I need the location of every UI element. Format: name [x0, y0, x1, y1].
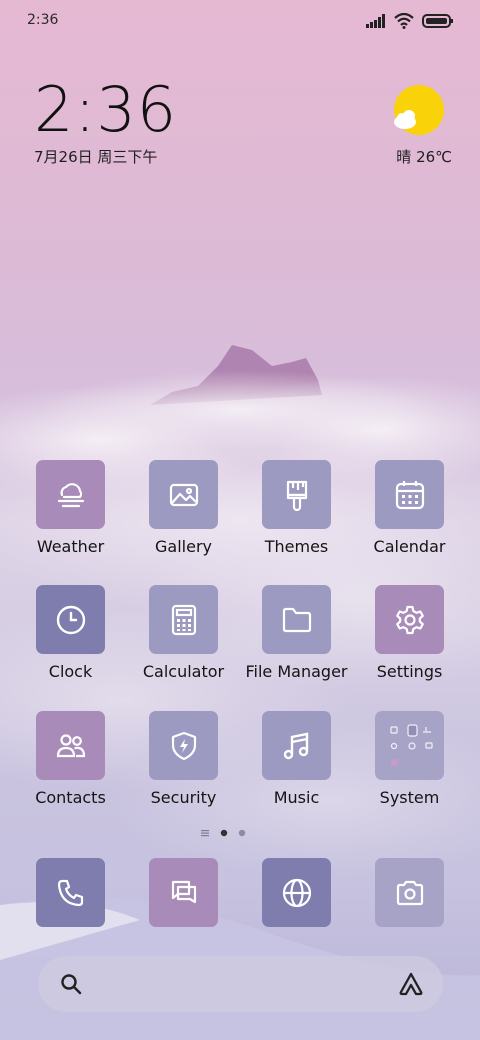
- contacts-icon: [56, 733, 85, 757]
- battery-icon: [422, 14, 453, 28]
- dock-messages[interactable]: [127, 858, 240, 927]
- app-gallery[interactable]: Gallery: [127, 460, 240, 556]
- phone-icon: [57, 879, 83, 906]
- status-bar: 2:36: [0, 0, 480, 42]
- weather-condition: 晴: [396, 148, 412, 166]
- dock-tile[interactable]: [149, 858, 218, 927]
- camera-icon: [396, 880, 423, 905]
- messages-icon: [171, 880, 196, 903]
- calendar-icon: [395, 480, 424, 509]
- app-label: Themes: [264, 537, 329, 556]
- app-tile[interactable]: [262, 711, 331, 780]
- gear-icon: [395, 605, 424, 634]
- page-dot-active: [220, 829, 228, 837]
- app-label: Settings: [376, 662, 443, 681]
- app-tile[interactable]: [149, 585, 218, 654]
- dock-phone[interactable]: [14, 858, 127, 927]
- app-tile[interactable]: [149, 460, 218, 529]
- app-label: Music: [273, 788, 320, 807]
- dock-tile[interactable]: [375, 858, 444, 927]
- weather-temperature: 26℃: [416, 148, 452, 166]
- dock-camera[interactable]: [353, 858, 466, 927]
- app-calendar[interactable]: Calendar: [353, 460, 466, 556]
- dock-tile[interactable]: [36, 858, 105, 927]
- app-label: Clock: [48, 662, 93, 681]
- dock-tile[interactable]: [262, 858, 331, 927]
- system-folder-icon: [389, 723, 433, 766]
- shield-icon: [171, 731, 196, 760]
- app-calculator[interactable]: Calculator: [127, 585, 240, 681]
- app-label: Calculator: [142, 662, 225, 681]
- app-weather[interactable]: Weather: [14, 460, 127, 556]
- dock-browser[interactable]: [240, 858, 353, 927]
- page-dot: [238, 829, 246, 837]
- app-tile[interactable]: [262, 460, 331, 529]
- search-icon[interactable]: [60, 973, 82, 995]
- page-list-icon: [201, 830, 209, 837]
- app-vault-icon[interactable]: [397, 971, 425, 997]
- app-label: Contacts: [35, 788, 106, 807]
- app-tile[interactable]: [262, 585, 331, 654]
- app-themes[interactable]: Themes: [240, 460, 353, 556]
- app-music[interactable]: Music: [240, 711, 353, 807]
- app-label: Security: [150, 788, 217, 807]
- app-tile[interactable]: [36, 460, 105, 529]
- app-tile[interactable]: [36, 711, 105, 780]
- signal-icon: [366, 14, 385, 28]
- app-tile[interactable]: [375, 585, 444, 654]
- calculator-icon: [171, 604, 196, 635]
- app-file-manager[interactable]: File Manager: [240, 585, 353, 681]
- themes-brush-icon: [286, 480, 307, 511]
- app-system-folder[interactable]: System: [353, 711, 466, 807]
- app-label: Gallery: [155, 537, 212, 556]
- app-label: File Manager: [245, 662, 348, 681]
- app-tile[interactable]: [375, 711, 444, 780]
- browser-globe-icon: [282, 878, 311, 907]
- wifi-icon: [394, 13, 414, 29]
- music-note-icon: [283, 732, 308, 759]
- app-tile[interactable]: [375, 460, 444, 529]
- folder-icon: [282, 607, 311, 632]
- widget-time: 2:36: [34, 73, 178, 146]
- app-label: System: [379, 788, 440, 807]
- app-contacts[interactable]: Contacts: [14, 711, 127, 807]
- app-clock[interactable]: Clock: [14, 585, 127, 681]
- app-label: Weather: [36, 537, 105, 556]
- app-tile[interactable]: [36, 585, 105, 654]
- app-label: Calendar: [373, 537, 446, 556]
- app-settings[interactable]: Settings: [353, 585, 466, 681]
- clock-widget[interactable]: 2:36 7月26日 周三下午: [34, 78, 177, 167]
- status-icons: [366, 13, 454, 29]
- weather-summary: 晴 26℃: [396, 146, 452, 167]
- search-bar[interactable]: [38, 956, 443, 1012]
- status-time: 2:36: [27, 12, 59, 28]
- sunny-cloud-icon: [394, 85, 444, 135]
- weather-widget[interactable]: 晴 26℃: [392, 84, 452, 166]
- app-tile[interactable]: [149, 711, 218, 780]
- widget-date: 7月26日 周三下午: [34, 148, 158, 166]
- weather-icon: [57, 482, 84, 507]
- clock-icon: [56, 605, 85, 634]
- gallery-icon: [169, 483, 198, 506]
- app-security[interactable]: Security: [127, 711, 240, 807]
- page-indicator[interactable]: [200, 829, 246, 837]
